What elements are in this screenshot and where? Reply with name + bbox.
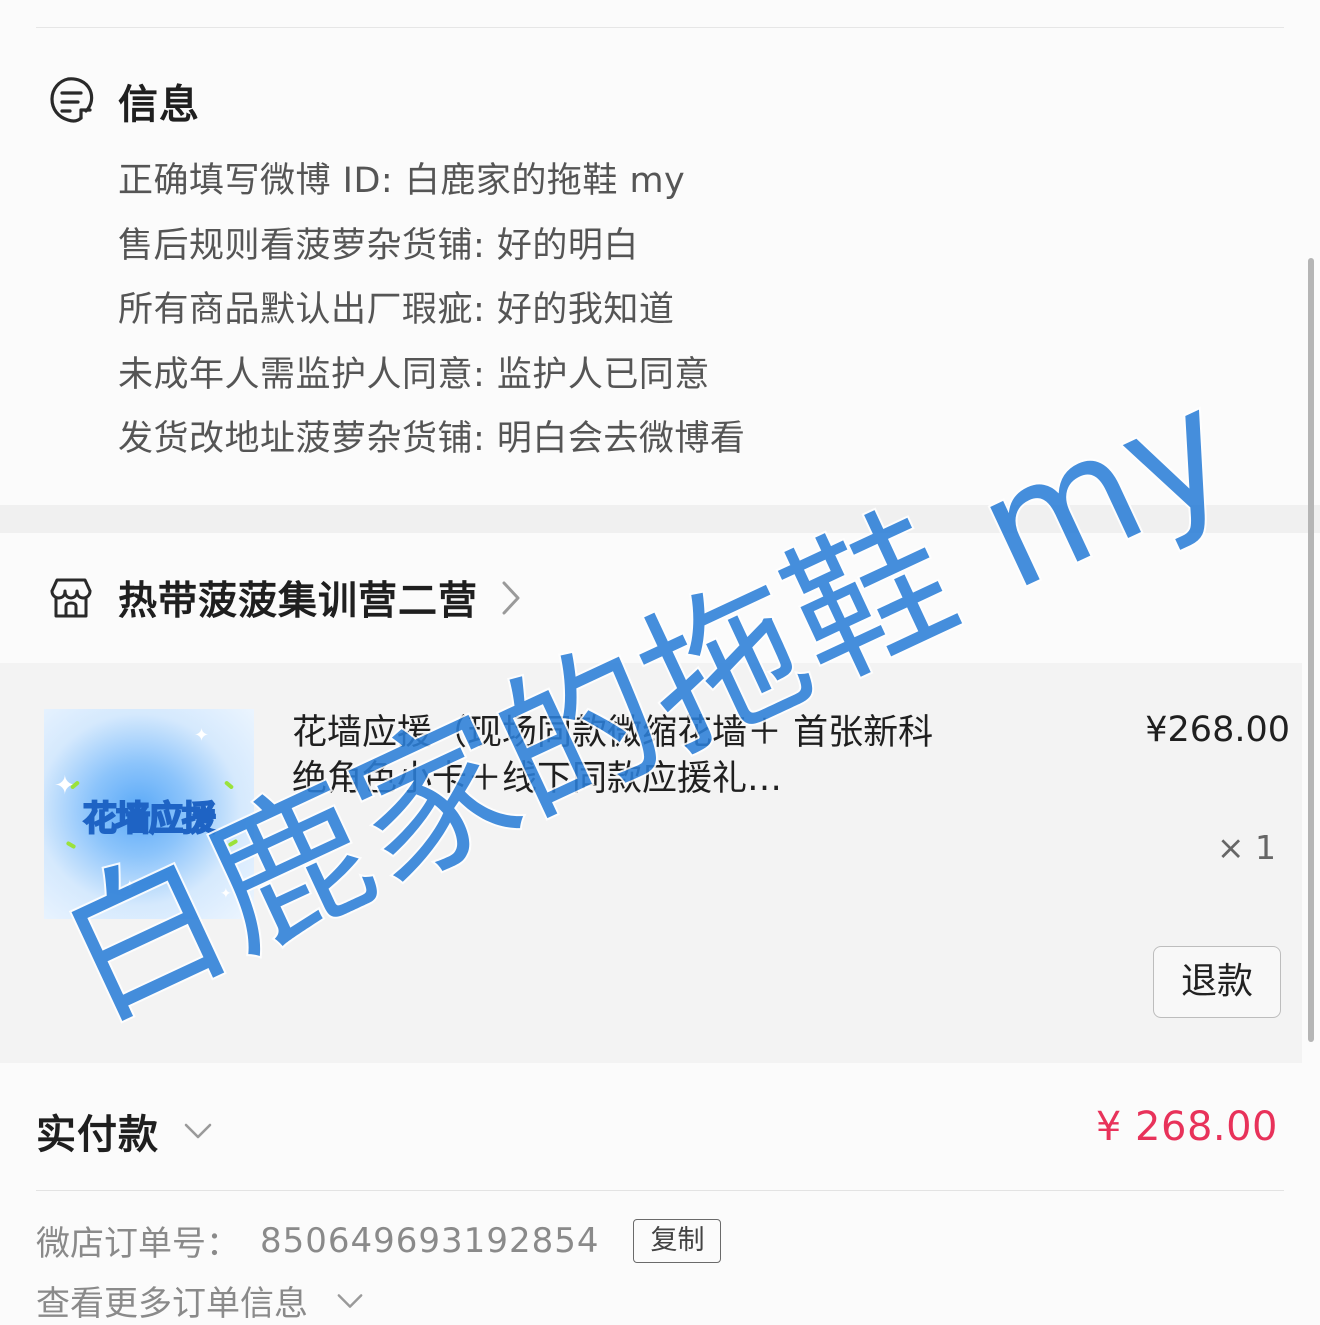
product-thumbnail[interactable]: ✦ ✦ ✦ ✦ 花墙应援	[44, 709, 254, 919]
copy-button[interactable]: 复制	[633, 1218, 722, 1263]
info-title: 信息	[118, 82, 200, 128]
more-order-info[interactable]: 查看更多订单信息	[36, 1276, 364, 1325]
decor-dash	[223, 780, 235, 790]
chevron-down-icon	[184, 1123, 212, 1139]
product-price: ¥268.00	[1145, 710, 1290, 750]
refund-button[interactable]: 退款	[1153, 946, 1281, 1018]
info-row: 正确填写微博 ID: 白鹿家的拖鞋 my	[118, 161, 686, 201]
sparkle-icon: ✦	[220, 886, 232, 902]
scrollbar[interactable]	[1308, 258, 1314, 1042]
order-number-label: 微店订单号：	[36, 1224, 240, 1264]
note-icon	[50, 77, 94, 123]
product-title[interactable]: 花墙应援（现场同款微缩花墙＋ 首张新科绝角色小卡＋线下同款应援礼…	[292, 710, 952, 802]
info-row: 发货改地址菠萝杂货铺: 明白会去微博看	[118, 419, 746, 459]
info-row: 未成年人需监护人同意: 监护人已同意	[118, 354, 710, 395]
product-quantity: × 1	[1216, 828, 1276, 867]
shop-link[interactable]: 热带菠菠集训营二营	[48, 570, 522, 626]
info-list: 正确填写微博 ID: 白鹿家的拖鞋 my 售后规则看菠萝杂货铺: 好的明白 所有…	[118, 156, 745, 479]
sparkle-icon: ✦	[194, 725, 210, 746]
payment-toggle[interactable]: 实付款	[36, 1102, 213, 1160]
more-order-info-label: 查看更多订单信息	[36, 1284, 308, 1324]
decor-dash	[227, 838, 239, 848]
chevron-down-icon	[337, 1293, 363, 1308]
payment-amount: ¥ 268.00	[1095, 1104, 1278, 1150]
info-header: 信息	[48, 72, 200, 130]
payment-label: 实付款	[36, 1112, 159, 1158]
order-number: 850649693192854	[260, 1220, 600, 1261]
section-gap	[0, 505, 1320, 533]
store-icon	[50, 578, 92, 618]
info-row: 所有商品默认出厂瑕疵: 好的我知道	[118, 290, 675, 330]
top-divider	[36, 27, 1284, 28]
order-number-row: 微店订单号： 850649693192854 复制	[36, 1216, 722, 1265]
info-row: 售后规则看菠萝杂货铺: 好的明白	[118, 225, 639, 266]
shop-name: 热带菠菠集训营二营	[118, 579, 479, 624]
divider	[36, 1190, 1284, 1191]
sparkle-icon: ✦	[124, 878, 136, 894]
chevron-right-icon	[502, 581, 520, 615]
thumbnail-text: 花墙应援	[82, 798, 217, 840]
decor-dash	[65, 840, 77, 850]
